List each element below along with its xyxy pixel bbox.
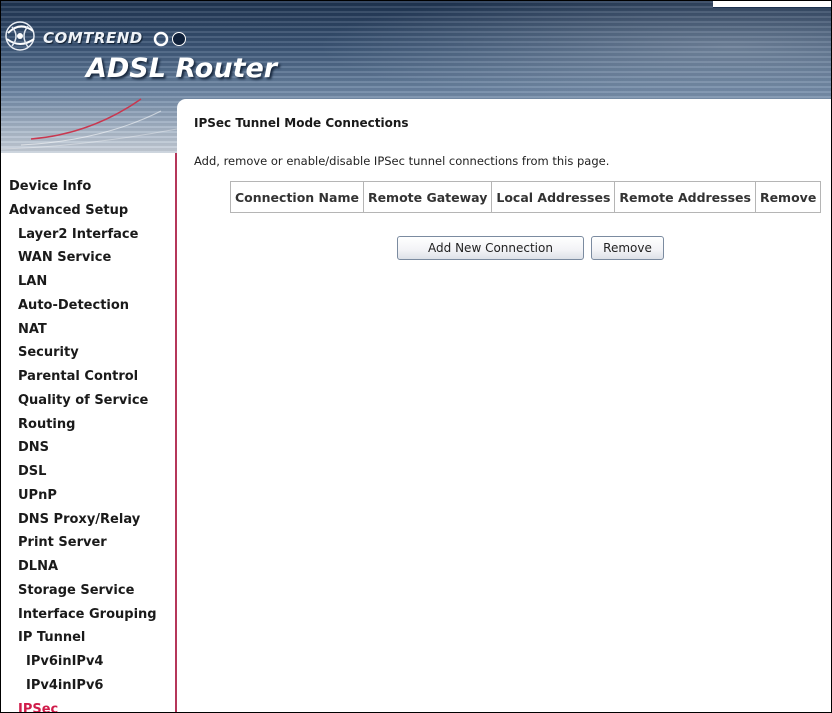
sidebar-item-parental-control[interactable]: Parental Control bbox=[1, 365, 157, 389]
brand-logo: COMTREND bbox=[3, 19, 243, 53]
nav-menu: Device Info Advanced Setup Layer2 Interf… bbox=[1, 175, 157, 713]
sidebar-item-routing[interactable]: Routing bbox=[1, 413, 157, 437]
table-header-row: Connection Name Remote Gateway Local Add… bbox=[230, 181, 822, 213]
sidebar-item-layer2-interface[interactable]: Layer2 Interface bbox=[1, 223, 157, 247]
sidebar-item-advanced-setup[interactable]: Advanced Setup bbox=[1, 199, 157, 223]
sidebar-item-lan[interactable]: LAN bbox=[1, 270, 157, 294]
column-remote-gateway: Remote Gateway bbox=[362, 181, 493, 213]
sidebar-item-ipv6inipv4[interactable]: IPv6inIPv4 bbox=[1, 650, 157, 674]
logo-dots-icon bbox=[153, 31, 186, 47]
sidebar-item-print-server[interactable]: Print Server bbox=[1, 531, 157, 555]
sidebar-item-interface-grouping[interactable]: Interface Grouping bbox=[1, 603, 157, 627]
sidebar-item-storage-service[interactable]: Storage Service bbox=[1, 579, 157, 603]
sidebar-item-ip-tunnel[interactable]: IP Tunnel bbox=[1, 626, 157, 650]
ipsec-connections-table: Connection Name Remote Gateway Local Add… bbox=[230, 181, 822, 213]
router-web-ui: COMTREND ADSL Router Device Info Advance… bbox=[0, 0, 832, 713]
brand-name: COMTREND bbox=[43, 29, 143, 47]
column-remove: Remove bbox=[754, 181, 822, 213]
banner-swoosh-graphic bbox=[1, 98, 177, 150]
main-content: IPSec Tunnel Mode Connections Add, remov… bbox=[177, 99, 831, 712]
sidebar-item-dns-proxy-relay[interactable]: DNS Proxy/Relay bbox=[1, 508, 157, 532]
banner-corner bbox=[713, 1, 831, 8]
sidebar-item-ipsec[interactable]: IPSec bbox=[1, 698, 157, 713]
sidebar-item-auto-detection[interactable]: Auto-Detection bbox=[1, 294, 157, 318]
page-title: IPSec Tunnel Mode Connections bbox=[194, 116, 409, 130]
sidebar-item-device-info[interactable]: Device Info bbox=[1, 175, 157, 199]
add-new-connection-button[interactable]: Add New Connection bbox=[397, 236, 584, 260]
logo-swirl-icon bbox=[5, 21, 35, 51]
sidebar-item-quality-of-service[interactable]: Quality of Service bbox=[1, 389, 157, 413]
sidebar-item-security[interactable]: Security bbox=[1, 341, 157, 365]
sidebar-item-ipv4inipv6[interactable]: IPv4inIPv6 bbox=[1, 674, 157, 698]
sidebar-item-upnp[interactable]: UPnP bbox=[1, 484, 157, 508]
column-remote-addresses: Remote Addresses bbox=[614, 181, 756, 213]
column-connection-name: Connection Name bbox=[230, 181, 364, 213]
sidebar-item-nat[interactable]: NAT bbox=[1, 318, 157, 342]
sidebar-nav: Device Info Advanced Setup Layer2 Interf… bbox=[1, 153, 177, 712]
sidebar-item-dns[interactable]: DNS bbox=[1, 436, 157, 460]
sidebar-item-dsl[interactable]: DSL bbox=[1, 460, 157, 484]
page-description: Add, remove or enable/disable IPSec tunn… bbox=[194, 154, 610, 168]
remove-button[interactable]: Remove bbox=[591, 236, 664, 260]
product-name: ADSL Router bbox=[86, 53, 278, 84]
column-local-addresses: Local Addresses bbox=[491, 181, 616, 213]
sidebar-item-wan-service[interactable]: WAN Service bbox=[1, 246, 157, 270]
sidebar-item-dlna[interactable]: DLNA bbox=[1, 555, 157, 579]
